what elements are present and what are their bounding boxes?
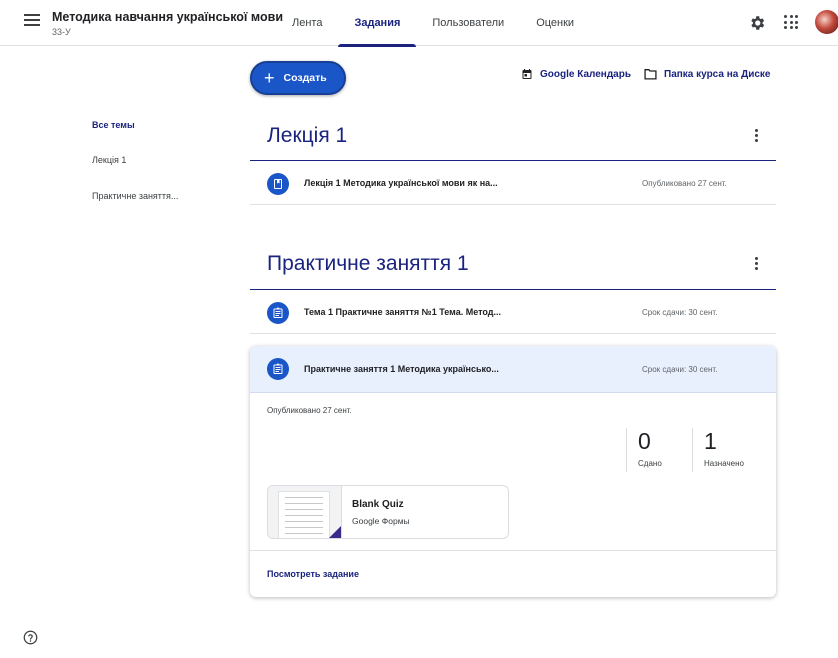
item-title: Лекція 1 Методика української мови як на… (304, 178, 498, 188)
folder-icon (644, 69, 657, 80)
turned-in-stat[interactable]: 0 Сдано (626, 428, 662, 472)
tab-people[interactable]: Пользователи (416, 0, 520, 46)
create-button-label: Создать (283, 72, 327, 84)
sidebar-item-lecture-1[interactable]: Лекція 1 (92, 155, 126, 165)
form-thumbnail (268, 486, 342, 538)
item-published-date: Опубликовано 27 сент. (642, 179, 727, 188)
sidebar-item-all-topics[interactable]: Все темы (92, 120, 135, 130)
apps-grid-icon[interactable] (784, 15, 798, 29)
topic-more-icon[interactable] (748, 127, 764, 143)
plus-icon: + (264, 68, 275, 88)
view-assignment-link[interactable]: Посмотреть задание (267, 569, 359, 579)
expanded-assignment-card: Практичне заняття 1 Методика українсько.… (250, 346, 776, 597)
item-title: Тема 1 Практичне заняття №1 Тема. Метод.… (304, 307, 501, 317)
assigned-count: 1 (704, 428, 717, 454)
list-item[interactable]: Лекція 1 Методика української мови як на… (250, 163, 776, 205)
assignment-icon (267, 302, 289, 324)
tab-grades[interactable]: Оценки (520, 0, 590, 46)
item-due-date: Срок сдачи: 30 сент. (642, 365, 718, 374)
assignment-icon (267, 358, 289, 380)
drive-folder-link[interactable]: Папка курса на Диске (644, 68, 770, 80)
tab-classwork[interactable]: Задания (338, 0, 417, 47)
calendar-icon (522, 69, 532, 79)
attachment-title: Blank Quiz (352, 499, 404, 510)
list-item[interactable]: Тема 1 Практичне заняття №1 Тема. Метод.… (250, 292, 776, 334)
course-title[interactable]: Методика навчання української мови (52, 10, 283, 24)
calendar-link-label: Google Календарь (540, 68, 631, 80)
item-title: Практичне заняття 1 Методика українсько.… (304, 364, 499, 374)
tab-stream[interactable]: Лента (276, 0, 338, 46)
turned-in-count: 0 (638, 428, 651, 454)
menu-icon[interactable] (24, 14, 40, 26)
sidebar-item-practical-1[interactable]: Практичне заняття... (92, 191, 178, 201)
item-due-date: Срок сдачи: 30 сент. (642, 308, 718, 317)
help-icon[interactable] (23, 630, 38, 645)
topic-divider (250, 289, 776, 290)
card-divider (250, 550, 776, 551)
attachment-card[interactable]: Blank Quiz Google Формы (267, 485, 509, 539)
tab-bar: Лента Задания Пользователи Оценки (276, 0, 590, 47)
topic-title-lecture-1: Лекція 1 (267, 124, 348, 147)
published-date: Опубликовано 27 сент. (267, 406, 352, 415)
course-section: 33-У (52, 27, 71, 37)
avatar[interactable] (815, 10, 838, 34)
topic-more-icon[interactable] (748, 255, 764, 271)
turned-in-label: Сдано (638, 459, 662, 468)
topic-title-practical-1: Практичне заняття 1 (267, 252, 469, 275)
topic-divider (250, 160, 776, 161)
material-icon (267, 173, 289, 195)
top-app-bar: Методика навчання української мови 33-У … (0, 0, 838, 47)
assigned-stat[interactable]: 1 Назначено (692, 428, 744, 472)
drive-link-label: Папка курса на Диске (664, 68, 771, 80)
create-button[interactable]: + Создать (250, 61, 346, 95)
attachment-type: Google Формы (352, 516, 410, 526)
card-header[interactable]: Практичне заняття 1 Методика українсько.… (250, 346, 776, 393)
assigned-label: Назначено (704, 459, 744, 468)
gear-icon[interactable] (748, 14, 766, 32)
google-calendar-link[interactable]: Google Календарь (521, 68, 631, 80)
